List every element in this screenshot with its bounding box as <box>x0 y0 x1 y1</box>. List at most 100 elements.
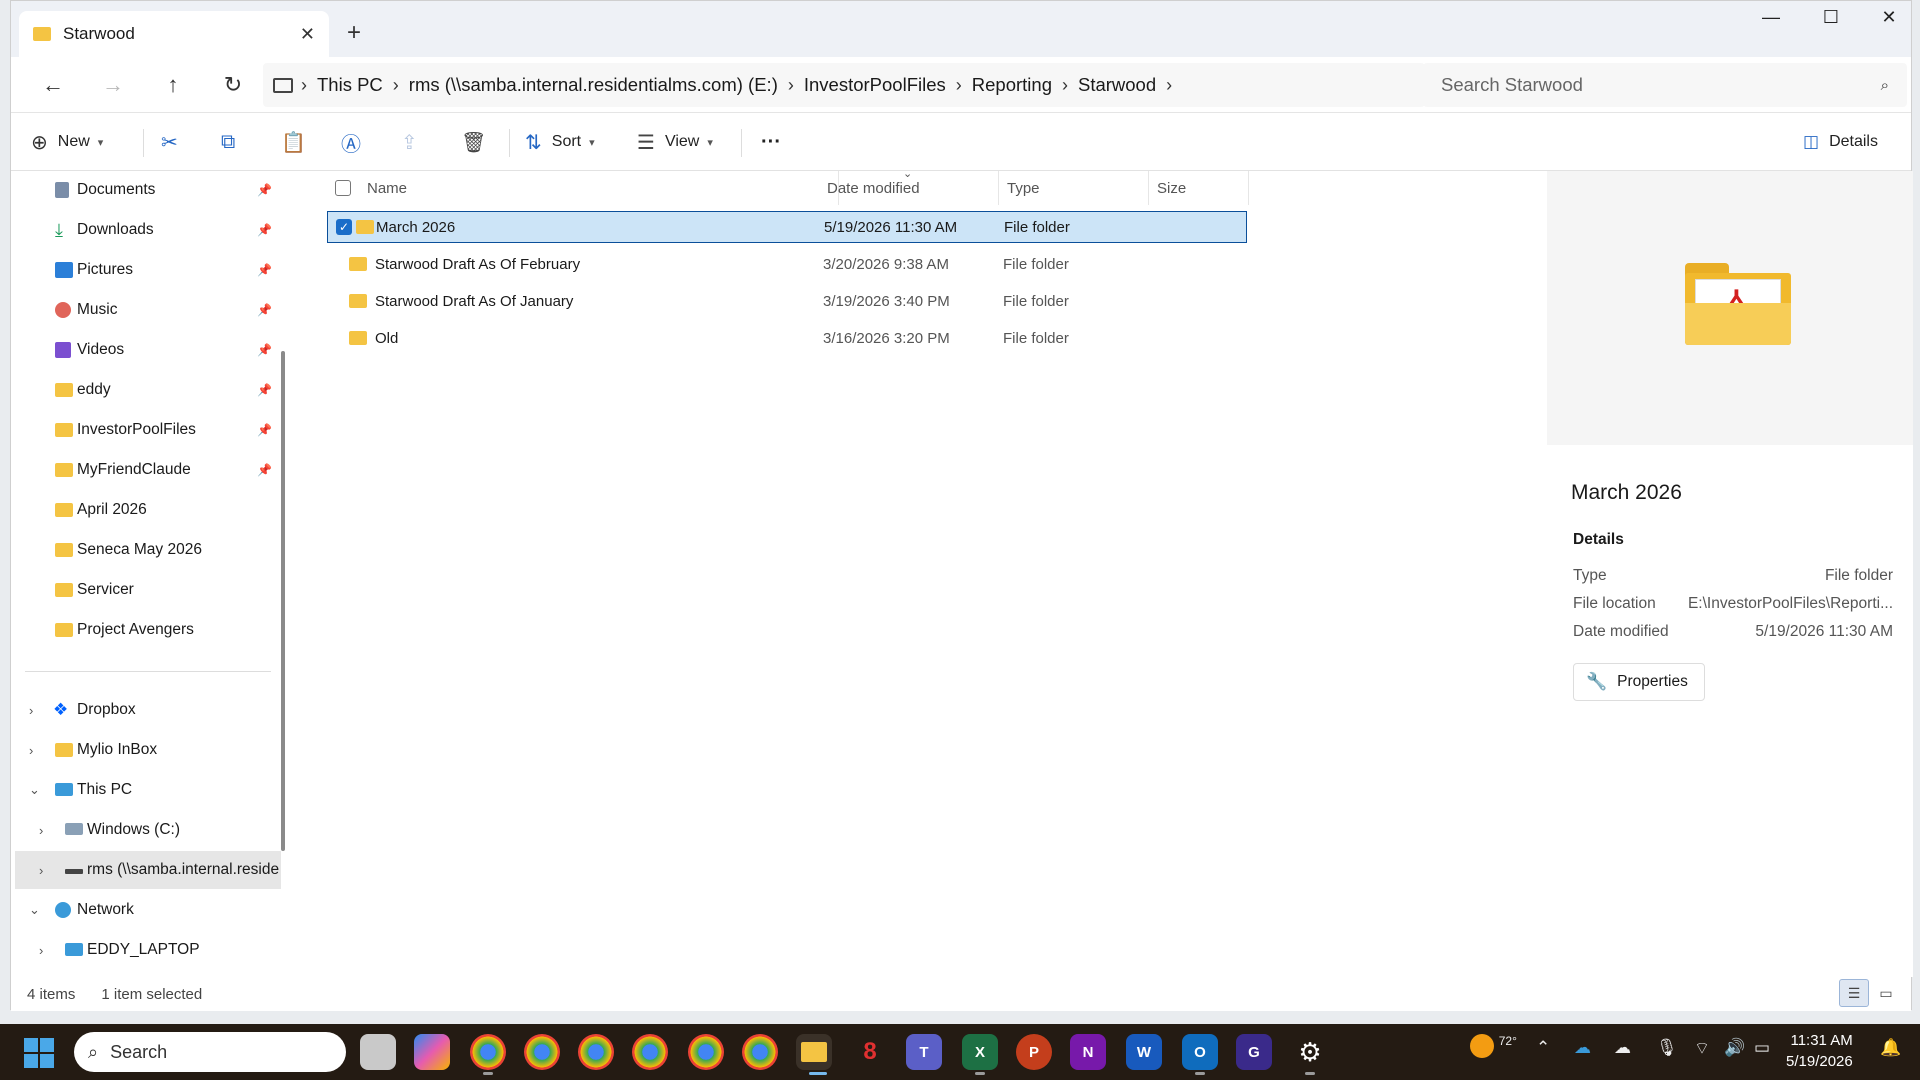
powerpoint-icon[interactable]: P <box>1016 1034 1052 1070</box>
column-header-date-modified[interactable]: Date modified ⌄ <box>819 168 999 205</box>
view-button[interactable]: ☰ View ▾ <box>637 125 713 159</box>
sidebar-item-april-2026[interactable]: April 2026 <box>11 491 281 529</box>
properties-button[interactable]: 🔧 Properties <box>1573 663 1705 701</box>
notifications-icon[interactable]: 🔔 <box>1880 1038 1901 1058</box>
copy-button[interactable]: ⧉ <box>221 125 245 159</box>
sidebar-item-rms-drive[interactable]: › rms (\\samba.internal.reside <box>15 851 281 889</box>
sidebar-item-seneca-may-2026[interactable]: Seneca May 2026 <box>11 531 281 569</box>
file-row-old[interactable]: Old 3/16/2026 3:20 PM File folder <box>327 322 1247 354</box>
file-row-starwood-draft-february[interactable]: Starwood Draft As Of February 3/20/2026 … <box>327 248 1247 280</box>
paste-button[interactable]: 📋 <box>281 125 316 159</box>
sort-button[interactable]: ⇅ Sort ▾ <box>525 125 595 159</box>
sidebar-item-this-pc[interactable]: ⌄ This PC <box>11 771 281 809</box>
column-header-name[interactable]: Name <box>327 171 839 205</box>
sidebar-item-videos[interactable]: Videos 📌 <box>11 331 281 369</box>
item-count: 4 items <box>27 985 76 1003</box>
file-row-starwood-draft-january[interactable]: Starwood Draft As Of January 3/19/2026 3… <box>327 285 1247 317</box>
chevron-down-icon[interactable]: ⌄ <box>29 782 40 798</box>
chrome-icon[interactable] <box>742 1034 778 1070</box>
chrome-icon[interactable] <box>578 1034 614 1070</box>
breadcrumb-reporting[interactable]: Reporting <box>972 74 1052 96</box>
sidebar-item-investorpoolfiles[interactable]: InvestorPoolFiles 📌 <box>11 411 281 449</box>
tiles-view-button[interactable]: ▭ <box>1871 979 1901 1007</box>
volume-icon[interactable]: 🔊 <box>1724 1038 1745 1058</box>
new-button[interactable]: ⊕ New ▾ <box>31 125 103 159</box>
up-button[interactable]: ↑ <box>157 69 189 101</box>
cloud-sync-icon[interactable]: ☁ <box>1614 1038 1631 1058</box>
chrome-icon[interactable] <box>470 1034 506 1070</box>
minimize-button[interactable]: — <box>1757 7 1785 28</box>
sidebar-item-project-avengers[interactable]: Project Avengers <box>11 611 281 649</box>
chrome-icon[interactable] <box>524 1034 560 1070</box>
app-icon[interactable]: 8 <box>852 1034 888 1070</box>
onenote-icon[interactable]: N <box>1070 1034 1106 1070</box>
chevron-down-icon[interactable]: ⌄ <box>29 902 40 918</box>
chevron-up-icon[interactable]: ⌃ <box>1536 1038 1550 1058</box>
address-bar[interactable]: › This PC › rms (\\samba.internal.reside… <box>263 63 1425 107</box>
details-pane-button[interactable]: ◫ Details <box>1803 125 1878 159</box>
copilot-icon[interactable] <box>414 1034 450 1070</box>
sidebar-item-windows-c[interactable]: › Windows (C:) <box>11 811 281 849</box>
rename-button[interactable]: Ⓐ <box>341 125 371 159</box>
sidebar-scrollbar[interactable] <box>281 351 285 851</box>
back-button[interactable]: ← <box>37 69 69 101</box>
sidebar-item-eddy-laptop[interactable]: › EDDY_LAPTOP <box>11 931 281 969</box>
sidebar-item-myfriendclaude[interactable]: MyFriendClaude 📌 <box>11 451 281 489</box>
close-tab-icon[interactable]: ✕ <box>300 24 315 45</box>
breadcrumb-drive[interactable]: rms (\\samba.internal.residentialms.com)… <box>409 74 778 96</box>
chevron-right-icon[interactable]: › <box>39 863 43 878</box>
sidebar-item-eddy[interactable]: eddy 📌 <box>11 371 281 409</box>
column-header-size[interactable]: Size <box>1149 171 1249 205</box>
settings-gear-icon[interactable]: ⚙ <box>1292 1034 1328 1070</box>
chrome-icon[interactable] <box>632 1034 668 1070</box>
share-button[interactable]: ⇪ <box>401 125 428 159</box>
breadcrumb-this-pc[interactable]: This PC <box>317 74 383 96</box>
battery-icon[interactable]: ▭ <box>1754 1038 1770 1058</box>
breadcrumb-starwood[interactable]: Starwood <box>1078 74 1156 96</box>
outlook-icon[interactable]: O <box>1182 1034 1218 1070</box>
chevron-right-icon[interactable]: › <box>1166 75 1172 96</box>
excel-icon[interactable]: X <box>962 1034 998 1070</box>
sidebar-item-dropbox[interactable]: › ❖ Dropbox <box>11 691 281 729</box>
file-row-march-2026[interactable]: ✓ March 2026 5/19/2026 11:30 AM File fol… <box>327 211 1247 243</box>
delete-button[interactable]: 🗑 <box>461 125 496 159</box>
sidebar-item-downloads[interactable]: ⤓ Downloads 📌 <box>11 211 281 249</box>
weather-widget[interactable]: 72° <box>1470 1034 1517 1058</box>
onedrive-icon[interactable]: ☁ <box>1574 1038 1591 1058</box>
select-all-checkbox[interactable] <box>335 180 351 196</box>
refresh-button[interactable]: ↻ <box>217 69 249 101</box>
sidebar-item-network[interactable]: ⌄ Network <box>11 891 281 929</box>
search-input[interactable]: Search Starwood ⌕ <box>1423 63 1907 107</box>
tab-starwood[interactable]: Starwood ✕ <box>19 11 329 57</box>
close-window-button[interactable]: ✕ <box>1875 7 1903 28</box>
more-options-button[interactable]: ··· <box>761 125 781 159</box>
sidebar-item-servicer[interactable]: Servicer <box>11 571 281 609</box>
row-checkbox[interactable]: ✓ <box>336 219 352 235</box>
microphone-icon[interactable]: 🎙 <box>1656 1038 1678 1058</box>
chevron-right-icon[interactable]: › <box>29 703 33 718</box>
breadcrumb-investorpoolfiles[interactable]: InvestorPoolFiles <box>804 74 946 96</box>
chevron-right-icon[interactable]: › <box>29 743 33 758</box>
taskbar-search[interactable]: ⌕ Search <box>74 1032 346 1072</box>
word-icon[interactable]: W <box>1126 1034 1162 1070</box>
column-header-type[interactable]: Type <box>999 171 1149 205</box>
sidebar-item-documents[interactable]: Documents 📌 <box>11 171 281 209</box>
details-view-button[interactable]: ☰ <box>1839 979 1869 1007</box>
chevron-right-icon[interactable]: › <box>39 943 43 958</box>
cut-button[interactable]: ✂ <box>161 125 188 159</box>
sidebar-item-mylio-inbox[interactable]: › Mylio InBox <box>11 731 281 769</box>
sidebar-item-music[interactable]: Music 📌 <box>11 291 281 329</box>
maximize-button[interactable]: ☐ <box>1817 7 1845 28</box>
chevron-right-icon[interactable]: › <box>39 823 43 838</box>
file-explorer-icon[interactable] <box>796 1034 832 1070</box>
teams-icon[interactable]: T <box>906 1034 942 1070</box>
start-button[interactable] <box>24 1038 54 1068</box>
app-icon[interactable]: G <box>1236 1034 1272 1070</box>
clock[interactable]: 11:31 AM 5/19/2026 <box>1786 1030 1853 1072</box>
wifi-icon[interactable]: ⌔ <box>1694 1038 1710 1059</box>
sidebar-item-pictures[interactable]: Pictures 📌 <box>11 251 281 289</box>
task-view-icon[interactable] <box>360 1034 396 1070</box>
forward-button[interactable]: → <box>97 69 129 101</box>
new-tab-button[interactable]: + <box>347 19 361 47</box>
chrome-icon[interactable] <box>688 1034 724 1070</box>
